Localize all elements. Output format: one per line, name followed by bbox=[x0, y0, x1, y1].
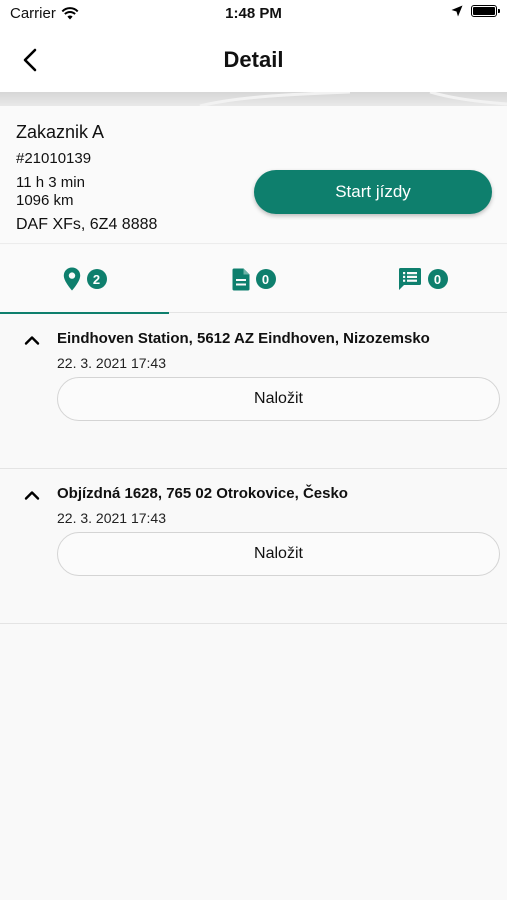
stop-datetime: 22. 3. 2021 17:43 bbox=[57, 510, 166, 526]
chevron-up-icon bbox=[24, 491, 40, 500]
tab-messages[interactable]: 0 bbox=[338, 245, 507, 313]
start-trip-button[interactable]: Start jízdy bbox=[254, 170, 492, 214]
map-roads-graphic bbox=[199, 92, 507, 106]
collapse-stop-toggle[interactable] bbox=[22, 330, 42, 350]
map-preview[interactable] bbox=[0, 92, 507, 106]
document-icon bbox=[232, 268, 249, 290]
message-list-icon bbox=[398, 268, 421, 290]
documents-count-badge: 0 bbox=[255, 269, 276, 289]
collapse-stop-toggle[interactable] bbox=[22, 485, 42, 505]
load-button[interactable]: Naložit bbox=[57, 532, 500, 576]
navigation-bar: Detail bbox=[0, 30, 507, 92]
tab-documents[interactable]: 0 bbox=[169, 245, 338, 313]
vehicle-info: DAF XFs, 6Z4 8888 bbox=[16, 216, 158, 233]
stop-address: Eindhoven Station, 5612 AZ Eindhoven, Ni… bbox=[57, 330, 430, 347]
trip-duration: 11 h 3 min bbox=[16, 174, 85, 191]
page-title: Detail bbox=[223, 47, 284, 72]
customer-name: Zakaznik A bbox=[16, 122, 105, 142]
battery-icon bbox=[471, 5, 500, 17]
order-number: #21010139 bbox=[16, 150, 92, 167]
load-button[interactable]: Naložit bbox=[57, 377, 500, 421]
location-arrow-icon bbox=[451, 5, 463, 17]
stop-item: Eindhoven Station, 5612 AZ Eindhoven, Ni… bbox=[0, 314, 507, 469]
status-bar: Carrier 1:48 PM bbox=[0, 0, 507, 30]
tab-stops[interactable]: 2 bbox=[0, 245, 169, 314]
order-summary: Zakaznik A #21010139 11 h 3 min 1096 km … bbox=[0, 106, 507, 244]
trip-distance: 1096 km bbox=[16, 192, 74, 209]
status-time: 1:48 PM bbox=[225, 5, 282, 22]
stop-address: Objízdná 1628, 765 02 Otrokovice, Česko bbox=[57, 485, 348, 502]
tab-bar: 2 0 0 bbox=[0, 245, 507, 314]
stops-count-badge: 2 bbox=[86, 269, 107, 289]
stop-item: Objízdná 1628, 765 02 Otrokovice, Česko … bbox=[0, 469, 507, 624]
messages-count-badge: 0 bbox=[427, 269, 448, 289]
stop-datetime: 22. 3. 2021 17:43 bbox=[57, 355, 166, 371]
location-pin-icon bbox=[63, 267, 80, 291]
chevron-up-icon bbox=[24, 336, 40, 345]
